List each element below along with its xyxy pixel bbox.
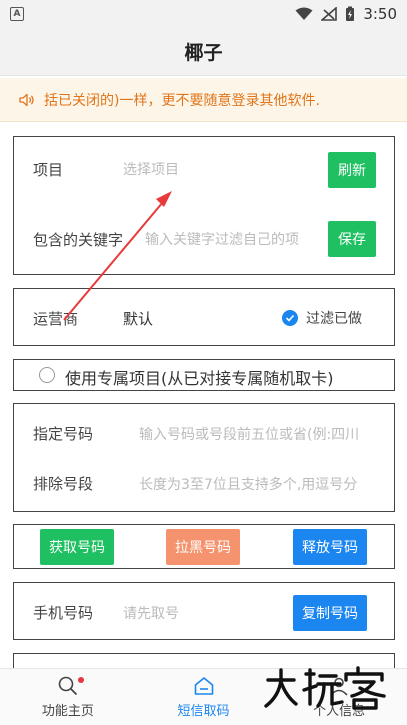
project-label: 项目 bbox=[33, 160, 64, 179]
nav-sms[interactable]: 短信取码 bbox=[136, 669, 272, 725]
project-select[interactable]: 选择项目 bbox=[123, 159, 313, 179]
checkbox-checked-icon bbox=[282, 310, 298, 326]
project-card: 项目 选择项目 刷新 包含的关键字 输入关键字过滤自己的项 保存 bbox=[13, 136, 395, 275]
nav-sms-label: 短信取码 bbox=[177, 704, 230, 719]
nav-home-label: 功能主页 bbox=[41, 704, 94, 719]
app-notification-icon: A bbox=[10, 7, 24, 21]
status-time: 3:50 bbox=[363, 5, 397, 23]
notice-text: 括已关闭的)一样，更不要随意登录其他软件. bbox=[44, 92, 320, 109]
status-right: 3:50 bbox=[295, 5, 397, 23]
exclusive-card[interactable]: 使用专属项目(从已对接专属随机取卡) bbox=[13, 359, 395, 391]
operator-card: 运营商 默认 过滤已做 bbox=[13, 288, 395, 346]
watermark-logo bbox=[264, 666, 386, 710]
exclude-input[interactable]: 长度为3至7位且支持多个,用逗号分 bbox=[139, 474, 375, 494]
home-icon bbox=[194, 677, 213, 695]
phone-value: 请先取号 bbox=[123, 606, 179, 622]
number-card: 指定号码 输入号码或号段前五位或省(例:四川 排除号段 长度为3至7位且支持多个… bbox=[13, 403, 395, 512]
save-button[interactable]: 保存 bbox=[328, 221, 376, 257]
status-bar: A 3:50 bbox=[0, 0, 407, 28]
search-icon bbox=[58, 676, 77, 696]
phone-card: 手机号码 请先取号 复制号码 bbox=[13, 582, 395, 640]
copy-number-button[interactable]: 复制号码 bbox=[293, 595, 367, 631]
filter-done-checkbox[interactable]: 过滤已做 bbox=[282, 308, 362, 328]
battery-charging-icon bbox=[346, 6, 355, 21]
radio-unchecked-icon[interactable] bbox=[39, 367, 55, 383]
blacklist-number-button[interactable]: 拉黑号码 bbox=[166, 529, 240, 565]
notice-banner: 括已关闭的)一样，更不要随意登录其他软件. bbox=[0, 78, 407, 122]
operator-select[interactable]: 默认 bbox=[123, 308, 153, 329]
get-number-button[interactable]: 获取号码 bbox=[40, 529, 114, 565]
speaker-icon bbox=[19, 93, 34, 106]
specify-label: 指定号码 bbox=[33, 425, 94, 443]
nav-home[interactable]: 功能主页 bbox=[0, 669, 136, 725]
filter-done-label: 过滤已做 bbox=[306, 311, 362, 327]
notification-dot bbox=[78, 677, 84, 683]
page-title: 椰子 bbox=[184, 42, 223, 64]
release-number-button[interactable]: 释放号码 bbox=[293, 529, 367, 565]
exclusive-label: 使用专属项目(从已对接专属随机取卡) bbox=[65, 369, 334, 388]
wifi-icon bbox=[295, 7, 313, 20]
phone-label: 手机号码 bbox=[33, 604, 94, 622]
specify-input[interactable]: 输入号码或号段前五位或省(例:四川 bbox=[139, 424, 375, 444]
actions-card: 获取号码 拉黑号码 释放号码 bbox=[13, 524, 395, 569]
keyword-label: 包含的关键字 bbox=[33, 230, 124, 249]
keyword-input[interactable]: 输入关键字过滤自己的项 bbox=[145, 229, 319, 249]
refresh-button[interactable]: 刷新 bbox=[328, 152, 376, 188]
title-bar: 椰子 bbox=[0, 28, 407, 76]
signal-off-icon bbox=[321, 7, 338, 21]
exclude-label: 排除号段 bbox=[33, 475, 94, 493]
operator-label: 运营商 bbox=[33, 310, 79, 328]
